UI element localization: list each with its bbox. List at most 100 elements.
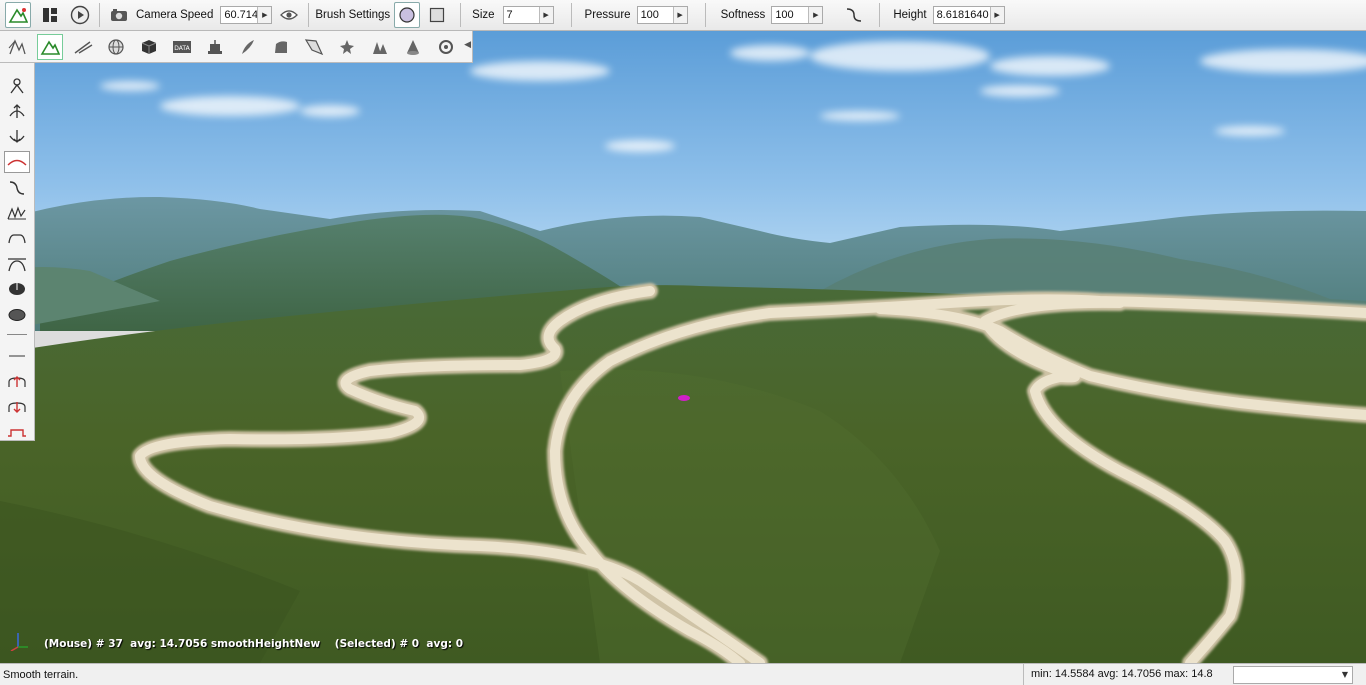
grab-icon — [10, 78, 24, 94]
axis-gizmo-icon — [10, 633, 28, 651]
softness-curve-icon — [847, 8, 862, 22]
shape-tool-button[interactable] — [268, 34, 294, 60]
chevron-right-icon[interactable]: ▶ — [672, 7, 687, 23]
terrain-tool-icon — [40, 39, 60, 55]
softness-label: Softness — [720, 9, 766, 21]
softness-value: 100 — [775, 9, 794, 21]
softness-curve-button[interactable] — [841, 2, 867, 28]
square-brush-icon — [430, 7, 445, 23]
camera-speed-field[interactable]: 60.714 ▶ — [220, 6, 273, 24]
sail-tool-button[interactable] — [301, 34, 327, 60]
camera-speed-label: Camera Speed — [136, 9, 214, 21]
terrain-editor-icon — [8, 8, 28, 23]
camera-speed-value: 60.714 — [224, 9, 258, 21]
brush-cursor-marker — [678, 395, 690, 401]
select-tool-button[interactable] — [4, 34, 30, 60]
square-brush-button[interactable] — [424, 2, 450, 28]
gear-tool-button[interactable] — [433, 34, 459, 60]
camera-button[interactable] — [106, 2, 132, 28]
chevron-right-icon[interactable]: ▶ — [257, 7, 272, 23]
layout-button[interactable] — [37, 2, 63, 28]
sphere-tool-button[interactable] — [103, 34, 129, 60]
svg-text:DATA: DATA — [174, 45, 190, 52]
circle-brush-button[interactable] — [394, 2, 421, 28]
gear-icon — [439, 39, 453, 54]
layout-icon — [43, 8, 57, 22]
chevron-right-icon[interactable]: ▶ — [989, 7, 1004, 23]
status-dropdown[interactable]: ▼ — [1233, 665, 1353, 684]
brush-settings-label: Brush Settings — [315, 9, 391, 21]
select-tool-icon — [8, 38, 26, 54]
3d-viewport[interactable] — [0, 31, 1366, 663]
softness-field[interactable]: 100 ▶ — [771, 6, 824, 24]
toolbar-separator — [704, 3, 706, 27]
clear-mask-icon — [8, 428, 26, 437]
cone-icon — [407, 39, 419, 55]
chevron-down-icon: ▼ — [1341, 669, 1348, 679]
subtract-mask-button[interactable] — [4, 395, 30, 417]
play-button[interactable] — [67, 2, 93, 28]
road-tool-button[interactable] — [70, 34, 96, 60]
toolbar-separator — [460, 3, 462, 27]
height-field[interactable]: 8.6181640 ▶ — [932, 6, 1005, 24]
data-tool-button[interactable]: DATA — [169, 34, 195, 60]
raise-icon — [9, 104, 25, 119]
data-icon: DATA — [173, 40, 191, 53]
palette-divider — [7, 333, 27, 335]
mouse-info: (Mouse) # 37 avg: 14.7056 smoothHeightNe… — [44, 638, 321, 650]
grab-terrain-button[interactable] — [4, 75, 30, 97]
feather-tool-button[interactable] — [235, 34, 261, 60]
noise-terrain-button[interactable] — [4, 202, 30, 224]
terrain-editor-button[interactable] — [5, 2, 31, 28]
pressure-value: 100 — [640, 9, 659, 21]
road-tool-icon — [74, 40, 93, 54]
robot-icon — [208, 39, 222, 54]
chevron-right-icon[interactable]: ▶ — [808, 7, 823, 23]
toolbar-separator — [308, 3, 310, 27]
add-mask-button[interactable] — [4, 370, 30, 392]
subtract-mask-icon — [8, 402, 26, 414]
collapse-toolbar-icon[interactable]: ◀ — [464, 40, 471, 50]
height-stats: min: 14.5584 avg: 14.7056 max: 14.8 — [1023, 663, 1221, 685]
flatten-icon — [8, 234, 26, 244]
paint-icon — [8, 308, 26, 321]
editor-tool-row: DATA ◀ — [0, 31, 473, 63]
selected-info: (Selected) # 0 avg: 0 — [334, 638, 464, 650]
clear-mask-button[interactable] — [4, 421, 30, 443]
noise-icon — [7, 206, 26, 220]
raise-height-button[interactable] — [4, 100, 30, 122]
smooth-terrain-button[interactable] — [4, 151, 30, 174]
feather-icon — [242, 39, 254, 54]
robot-tool-button[interactable] — [202, 34, 228, 60]
forest-tool-button[interactable] — [367, 34, 393, 60]
hole-tool-button[interactable] — [4, 278, 30, 300]
set-height-button[interactable] — [4, 253, 30, 275]
add-mask-icon — [8, 375, 26, 387]
height-label: Height — [893, 9, 927, 21]
mask-tool-button[interactable] — [4, 345, 30, 367]
cube-tool-button[interactable] — [136, 34, 162, 60]
star-tool-button[interactable] — [334, 34, 360, 60]
circle-brush-icon — [399, 7, 415, 23]
cone-tool-button[interactable] — [400, 34, 426, 60]
slope-terrain-button[interactable] — [4, 177, 30, 199]
lower-icon — [9, 129, 25, 143]
visibility-button[interactable] — [276, 2, 302, 28]
sail-icon — [304, 38, 324, 55]
hole-icon — [9, 283, 25, 296]
shape-icon — [275, 40, 287, 53]
status-bar: Smooth terrain. min: 14.5584 avg: 14.705… — [0, 663, 1366, 685]
star-icon — [340, 39, 354, 54]
height-value: 8.6181640 — [936, 9, 989, 21]
terrain-tool-button[interactable] — [37, 33, 63, 60]
size-field[interactable]: 7 ▶ — [502, 6, 554, 24]
lower-height-button[interactable] — [4, 126, 30, 148]
flatten-terrain-button[interactable] — [4, 227, 30, 249]
toolbar-separator — [879, 3, 881, 27]
pressure-field[interactable]: 100 ▶ — [636, 6, 688, 24]
paint-tool-button[interactable] — [4, 304, 30, 326]
size-label: Size — [472, 9, 495, 21]
cube-tool-icon — [141, 39, 157, 54]
chevron-right-icon[interactable]: ▶ — [538, 7, 553, 23]
eye-icon — [280, 10, 299, 20]
